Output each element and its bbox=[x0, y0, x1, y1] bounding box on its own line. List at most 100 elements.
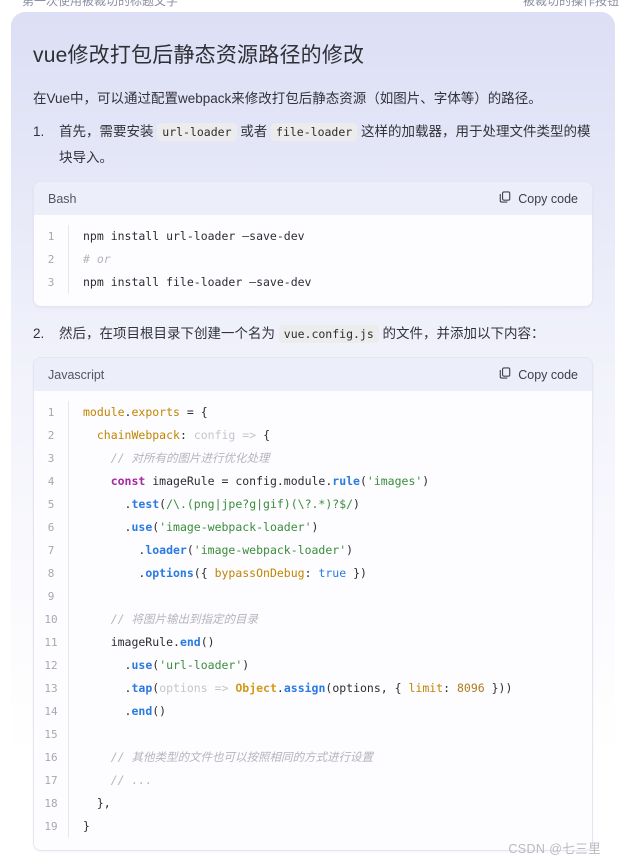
code-token-param: config => bbox=[193, 428, 264, 443]
code-token-func: assign bbox=[283, 681, 326, 696]
code-token-func: end bbox=[131, 704, 153, 719]
code-line: 11 imageRule.end() bbox=[34, 631, 592, 655]
code-token-func: rule bbox=[332, 474, 360, 489]
code-token-prop: limit bbox=[408, 681, 444, 696]
code-token-plain: } bbox=[83, 819, 90, 834]
code-token-string: 'images' bbox=[366, 474, 423, 489]
code-language-label: Javascript bbox=[48, 367, 105, 382]
code-line-number: 17 bbox=[34, 769, 69, 793]
top-bar-right-text: 被裁切的操作按钮 bbox=[522, 0, 619, 8]
code-token-string: 'url-loader' bbox=[159, 658, 243, 673]
code-token-plain: }, bbox=[83, 796, 111, 811]
code-token-plain: imageRule = config.module. bbox=[145, 474, 333, 489]
code-line-number: 12 bbox=[34, 654, 69, 678]
code-token-plain: imageRule. bbox=[83, 635, 180, 650]
code-token-plain: () bbox=[200, 635, 215, 650]
code-line-number: 2 bbox=[34, 424, 69, 448]
code-token-plain: ({ bbox=[193, 566, 215, 581]
code-token-plain: : bbox=[443, 681, 457, 696]
code-token-comment: // 将图片输出到指定的目录 bbox=[110, 612, 258, 627]
code-line-content: # or bbox=[83, 248, 592, 271]
code-line-content: }, bbox=[83, 792, 592, 815]
code-token-plain: . bbox=[83, 566, 146, 581]
code-line-content: npm install file-loader —save-dev bbox=[83, 271, 592, 294]
code-token-plain: ) bbox=[353, 497, 360, 512]
code-line-content: .options({ bypassOnDebug: true }) bbox=[83, 562, 592, 585]
code-token-plain: ( bbox=[186, 543, 194, 558]
code-token-func: test bbox=[131, 497, 160, 512]
code-line-content: const imageRule = config.module.rule('im… bbox=[83, 470, 592, 493]
code-line-content: // 将图片输出到指定的目录 bbox=[83, 608, 592, 631]
code-token-prop: bypassOnDebug bbox=[214, 566, 305, 581]
code-token-comment: // 对所有的图片进行优化处理 bbox=[110, 451, 270, 466]
code-line-number: 3 bbox=[34, 271, 69, 295]
code-line-content: module.exports = { bbox=[83, 401, 592, 424]
code-token-plain: ( bbox=[359, 474, 367, 489]
code-token-func: use bbox=[131, 658, 153, 673]
list-item-text-part: 首先，需要安装 bbox=[59, 124, 158, 140]
copy-code-label: Copy code bbox=[518, 191, 578, 206]
code-line-number: 1 bbox=[34, 225, 69, 249]
code-line-number: 15 bbox=[34, 723, 69, 747]
list-marker: 2. bbox=[33, 326, 45, 342]
code-token-string: 'image-webpack-loader' bbox=[193, 543, 347, 558]
code-line: 18 }, bbox=[34, 792, 592, 816]
code-token-func: loader bbox=[145, 543, 187, 558]
code-line-content: imageRule.end() bbox=[83, 631, 592, 654]
code-line: 12 .use('url-loader') bbox=[34, 654, 592, 678]
code-line: 1 module.exports = { bbox=[34, 401, 592, 425]
code-token-plain: . bbox=[83, 658, 132, 673]
code-line: 15 bbox=[34, 723, 592, 747]
code-line: 16 // 其他类型的文件也可以按照相同的方式进行设置 bbox=[34, 746, 592, 770]
code-line: 7 .loader('image-webpack-loader') bbox=[34, 539, 592, 563]
code-token-plain: (options, { bbox=[325, 681, 409, 696]
code-block-header: Javascript Copy code bbox=[34, 358, 592, 392]
code-token-plain: : bbox=[304, 566, 319, 581]
code-token-func: use bbox=[131, 520, 153, 535]
code-token-comment: // 其他类型的文件也可以按照相同的方式进行设置 bbox=[110, 750, 373, 765]
answer-card: vue修改打包后静态资源路径的修改 在Vue中，可以通过配置webpack来修改… bbox=[11, 12, 615, 865]
code-token-plain: () bbox=[152, 704, 167, 719]
code-line: 2 chainWebpack: config => { bbox=[34, 424, 592, 448]
list-item: 2. 然后，在项目根目录下创建一个名为 vue.config.js 的文件，并添加… bbox=[33, 321, 593, 347]
code-token-plain: . bbox=[83, 497, 132, 512]
code-line-number: 11 bbox=[34, 631, 69, 655]
code-line: 3 npm install file-loader —save-dev bbox=[34, 271, 592, 295]
code-token-comment: # or bbox=[83, 252, 111, 267]
code-line: 4 const imageRule = config.module.rule('… bbox=[34, 470, 592, 494]
copy-code-button[interactable]: Copy code bbox=[498, 190, 578, 207]
code-token-plain: . bbox=[83, 704, 132, 719]
code-block-header: Bash Copy code bbox=[34, 182, 592, 216]
list-item-text-part: 的文件，并添加以下内容： bbox=[378, 326, 545, 342]
inline-code-file-loader: file-loader bbox=[271, 123, 358, 142]
code-line-content: .loader('image-webpack-loader') bbox=[83, 539, 592, 562]
code-line-content: .use('image-webpack-loader') bbox=[83, 516, 592, 539]
inline-code-url-loader: url-loader bbox=[157, 123, 237, 142]
code-token-plain: . bbox=[276, 681, 284, 696]
code-line-content: // ... bbox=[83, 769, 592, 792]
copy-code-button[interactable]: Copy code bbox=[498, 366, 578, 383]
code-content-javascript[interactable]: 1 module.exports = {2 chainWebpack: confi… bbox=[34, 391, 592, 851]
code-token-prop: chainWebpack bbox=[96, 428, 180, 443]
code-token-plain: . bbox=[83, 543, 146, 558]
code-line-number: 5 bbox=[34, 493, 69, 517]
list-item-text-part: 然后，在项目根目录下创建一个名为 bbox=[59, 326, 279, 342]
code-line: 1 npm install url-loader —save-dev bbox=[34, 225, 592, 249]
copy-code-label: Copy code bbox=[518, 367, 578, 382]
inline-code-vue-config-js: vue.config.js bbox=[278, 325, 379, 344]
code-content-bash[interactable]: 1 npm install url-loader —save-dev 2 # or 3 n… bbox=[34, 215, 592, 307]
code-line-number: 19 bbox=[34, 815, 69, 839]
code-line: 19} bbox=[34, 815, 592, 839]
code-line-number: 4 bbox=[34, 470, 69, 494]
code-token-regex: /\.(png|jpe?g|gif)(\?.*)?$/ bbox=[166, 497, 354, 512]
code-line-number: 3 bbox=[34, 447, 69, 471]
code-line: 5 .test(/\.(png|jpe?g|gif)(\?.*)?$/) bbox=[34, 493, 592, 517]
code-token-func: end bbox=[179, 635, 201, 650]
cut-off-top-bar: 第一次使用被裁切的标题文字 被裁切的操作按钮 bbox=[0, 0, 637, 8]
code-token-prop: exports bbox=[131, 405, 180, 420]
